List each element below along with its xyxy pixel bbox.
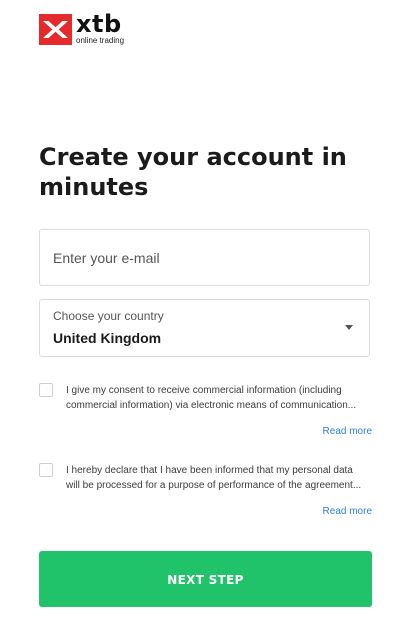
data-processing-consent-text: I hereby declare that I have been inform… [66, 465, 362, 491]
xtb-x-logo-icon [39, 14, 72, 45]
marketing-consent: I give my consent to receive commercial … [39, 383, 372, 439]
email-field[interactable] [40, 230, 369, 285]
marketing-consent-read-more-link[interactable]: Read more [323, 425, 372, 439]
marketing-consent-text: I give my consent to receive commercial … [66, 385, 357, 411]
logo-tagline: online trading [76, 36, 125, 45]
caret-down-icon [345, 325, 353, 330]
data-processing-consent-checkbox[interactable] [39, 463, 53, 477]
country-select-label: Choose your country [53, 309, 164, 323]
logo-wordmark: xtb [76, 10, 122, 38]
data-processing-consent: I hereby declare that I have been inform… [39, 463, 372, 519]
country-select[interactable]: Choose your country United Kingdom [39, 299, 370, 357]
xtb-logo[interactable]: xtb online trading [39, 10, 149, 48]
data-processing-consent-read-more-link[interactable]: Read more [323, 505, 372, 519]
page-title: Create your account in minutes [39, 143, 347, 201]
email-field-container [39, 229, 370, 286]
next-step-button[interactable]: NEXT STEP [39, 551, 372, 607]
marketing-consent-checkbox[interactable] [39, 383, 53, 397]
country-select-value: United Kingdom [53, 330, 162, 346]
